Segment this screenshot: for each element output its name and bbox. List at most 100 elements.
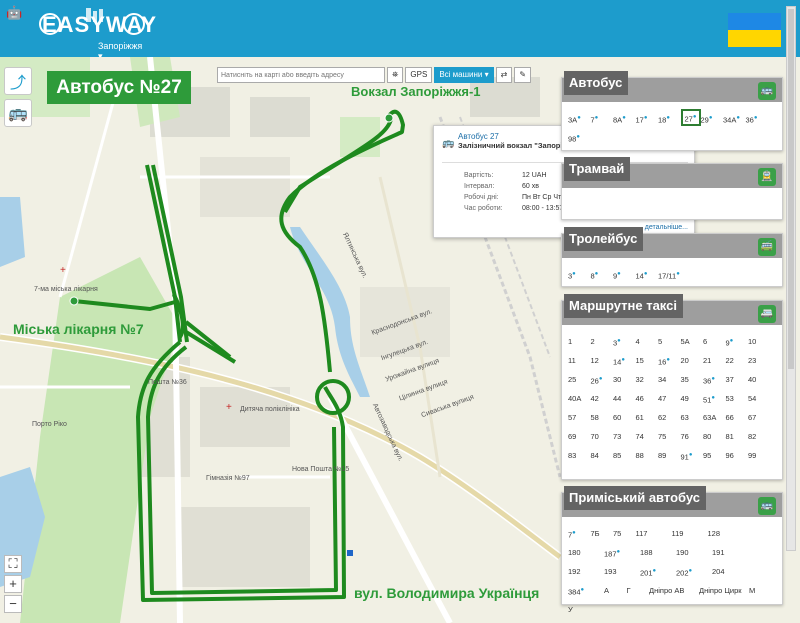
route-item[interactable]: 89 [658, 446, 681, 465]
route-item[interactable]: У [568, 600, 591, 619]
route-item[interactable]: 193 [604, 562, 640, 581]
swap-icon[interactable]: ⇄ [495, 67, 513, 83]
route-item[interactable]: 204 [712, 562, 748, 581]
route-item[interactable]: 3● [613, 332, 636, 351]
route-item[interactable]: 29● [701, 109, 724, 128]
route-item[interactable]: 128 [708, 524, 744, 543]
route-item[interactable]: 188 [640, 543, 676, 562]
fullscreen-icon[interactable]: ⛶ [4, 555, 22, 573]
route-item[interactable]: 7Б [591, 524, 614, 543]
route-item[interactable]: 37 [726, 370, 749, 389]
route-item[interactable]: 44 [613, 389, 636, 408]
route-item[interactable]: 30 [613, 370, 636, 389]
eraser-icon[interactable]: ✎ [514, 67, 532, 83]
route-item[interactable]: 7● [591, 109, 614, 128]
route-item[interactable]: 40А [568, 389, 591, 408]
route-item[interactable]: 22 [726, 351, 749, 370]
route-item[interactable]: 40 [748, 370, 771, 389]
route-item[interactable]: 76 [681, 427, 704, 446]
route-item[interactable]: 75 [613, 524, 636, 543]
route-item[interactable]: 58 [591, 408, 614, 427]
route-item[interactable]: 9● [613, 265, 636, 284]
details-link[interactable]: детальніше... [645, 224, 688, 231]
route-item[interactable]: 34А● [723, 109, 746, 128]
route-item[interactable]: 14● [636, 265, 659, 284]
route-item[interactable]: 96 [726, 446, 749, 465]
route-item[interactable]: 98● [568, 128, 591, 147]
route-item[interactable]: 10 [748, 332, 771, 351]
suburban-bus-icon[interactable]: 🚌 [758, 497, 776, 515]
bus-icon[interactable]: 🚌 [758, 82, 776, 100]
language-flag[interactable] [728, 13, 781, 47]
route-item[interactable]: 57 [568, 408, 591, 427]
route-item[interactable]: 36● [746, 109, 769, 128]
route-item[interactable]: 17/11● [658, 265, 681, 284]
route-item[interactable]: 35 [681, 370, 704, 389]
route-item[interactable]: 21 [703, 351, 726, 370]
route-item[interactable]: 36● [703, 370, 726, 389]
route-item[interactable]: 67 [748, 408, 771, 427]
vehicles-dropdown[interactable]: Всі машини ▾ [434, 67, 494, 83]
route-item[interactable]: 384● [568, 581, 604, 600]
route-item[interactable]: 53 [726, 389, 749, 408]
android-icon[interactable]: 🤖 [6, 6, 22, 20]
route-item[interactable]: 81 [726, 427, 749, 446]
route-item[interactable]: Дніпро АВ [649, 581, 699, 600]
route-item[interactable]: 191 [712, 543, 748, 562]
trolleybus-icon[interactable]: 🚎 [758, 238, 776, 256]
route-item[interactable]: 190 [676, 543, 712, 562]
zoom-out-button[interactable]: − [4, 595, 22, 613]
route-item[interactable]: 3А● [568, 109, 591, 128]
gps-button[interactable]: GPS [405, 67, 433, 83]
route-item[interactable]: 49 [681, 389, 704, 408]
route-item[interactable]: 91● [681, 446, 704, 465]
route-item[interactable]: 9● [726, 332, 749, 351]
search-input[interactable] [217, 67, 385, 83]
panel-scrollbar[interactable] [786, 6, 796, 551]
route-item[interactable]: 82 [748, 427, 771, 446]
route-item[interactable]: 84 [591, 446, 614, 465]
route-item[interactable]: 8● [591, 265, 614, 284]
route-item[interactable]: 25 [568, 370, 591, 389]
route-item[interactable]: 60 [613, 408, 636, 427]
route-item[interactable]: 62 [658, 408, 681, 427]
apple-icon[interactable] [6, 26, 20, 40]
logo[interactable]: EASYWAY Запоріжжя ▾ [36, 8, 156, 61]
route-item[interactable]: 47 [658, 389, 681, 408]
route-item[interactable]: 69 [568, 427, 591, 446]
route-item[interactable]: 16● [658, 351, 681, 370]
route-item[interactable]: 5А [681, 332, 704, 351]
zoom-in-button[interactable]: + [4, 575, 22, 593]
route-item[interactable]: А [604, 581, 627, 600]
route-item[interactable]: 42 [591, 389, 614, 408]
binoculars-icon[interactable]: ⛯ [387, 67, 404, 83]
route-item[interactable]: 7● [568, 524, 591, 543]
route-item[interactable]: 202● [676, 562, 712, 581]
route-planner-icon[interactable]: ⤴ [4, 67, 32, 95]
route-item[interactable]: 201● [640, 562, 676, 581]
route-item[interactable]: 4 [636, 332, 659, 351]
route-item[interactable]: 75 [658, 427, 681, 446]
route-item[interactable]: 5 [658, 332, 681, 351]
route-item[interactable]: 95 [703, 446, 726, 465]
route-item[interactable]: Дніпро Цирк [699, 581, 749, 600]
route-item[interactable]: 61 [636, 408, 659, 427]
bus-icon[interactable]: 🚌 [4, 99, 32, 127]
route-item[interactable]: 18● [658, 109, 681, 128]
route-item[interactable]: 99 [748, 446, 771, 465]
route-item[interactable]: 2 [591, 332, 614, 351]
route-item[interactable]: 17● [636, 109, 659, 128]
route-item[interactable]: 20 [681, 351, 704, 370]
route-item[interactable]: 83 [568, 446, 591, 465]
route-item[interactable]: 74 [636, 427, 659, 446]
route-item[interactable]: 66 [726, 408, 749, 427]
route-item[interactable]: 80 [703, 427, 726, 446]
route-item[interactable]: 1 [568, 332, 591, 351]
route-item[interactable]: 12 [591, 351, 614, 370]
route-item[interactable]: 70 [591, 427, 614, 446]
route-item[interactable]: 34 [658, 370, 681, 389]
route-item[interactable]: 85 [613, 446, 636, 465]
tram-icon[interactable]: 🚊 [758, 168, 776, 186]
minibus-icon[interactable]: 🚐 [758, 305, 776, 323]
route-item[interactable]: 11 [568, 351, 591, 370]
